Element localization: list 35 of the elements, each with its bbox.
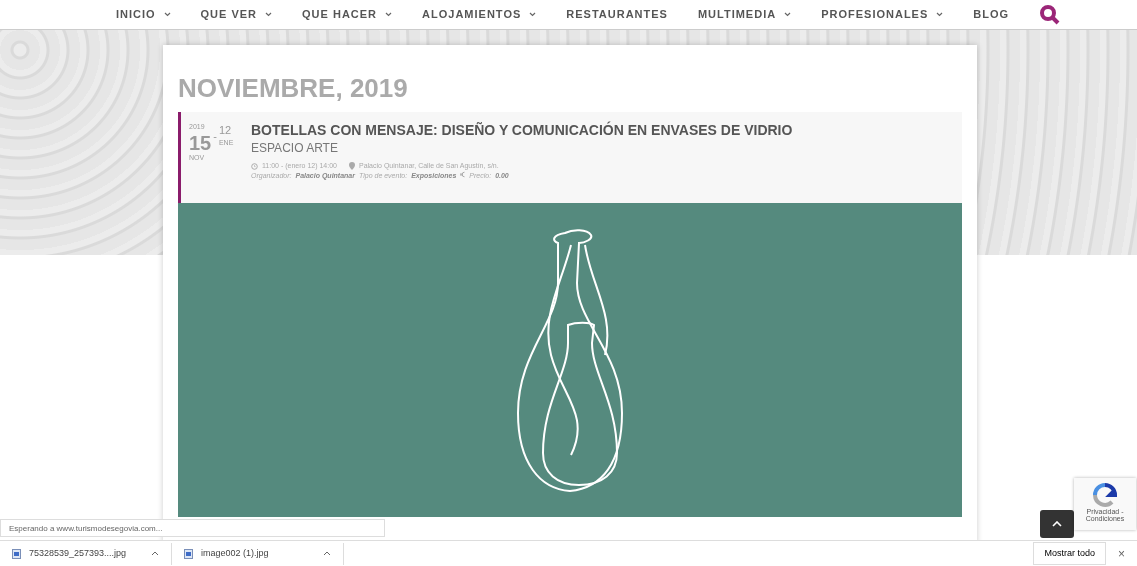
nav-link[interactable]: RESTAURANTES: [566, 6, 668, 23]
event-title[interactable]: BOTELLAS CON MENSAJE: DISEÑO Y COMUNICACIÓN EN ENVASES DE VIDRIO: [251, 122, 793, 139]
status-text: Esperando a www.turismodesegovia.com...: [0, 519, 385, 537]
nav-link[interactable]: QUE HACER: [302, 6, 393, 23]
nav-link[interactable]: QUE VER: [200, 6, 273, 23]
event-subtitle: ESPACIO ARTE: [251, 140, 339, 157]
chevron-down-icon: [385, 12, 393, 17]
chevron-down-icon: [265, 12, 273, 17]
close-button[interactable]: ×: [1112, 543, 1131, 564]
show-all-button[interactable]: Mostrar todo: [1033, 541, 1106, 566]
date-range-separator: -: [213, 129, 217, 145]
chevron-up-icon: [151, 551, 159, 556]
chevron-down-icon: [784, 12, 792, 17]
download-item[interactable]: image002 (1).jpg: [172, 542, 344, 565]
chevron-down-icon: [936, 12, 944, 17]
event-day: 15: [189, 132, 212, 153]
event-end-day: 12: [218, 122, 234, 139]
clock-icon: [251, 162, 258, 170]
file-icon: [12, 548, 21, 559]
chevron-down-icon: [163, 12, 171, 17]
chevron-down-icon: [529, 12, 537, 17]
nav-link[interactable]: INICIO: [115, 6, 171, 23]
month-heading: NOVIEMBRE, 2019: [178, 73, 409, 105]
chevron-up-icon: [1052, 521, 1062, 527]
scroll-top-button[interactable]: [1040, 510, 1074, 538]
location-pin-icon: [349, 162, 355, 171]
nav-link[interactable]: BLOG: [973, 6, 1010, 23]
download-item[interactable]: 75328539_257393....jpg: [0, 542, 172, 565]
nav-link[interactable]: ALOJAMIENTOS: [422, 6, 537, 23]
nav-link[interactable]: PROFESIONALES: [821, 6, 944, 23]
file-icon: [184, 548, 193, 559]
chevron-up-icon: [323, 551, 331, 556]
nav-link[interactable]: MULTIMEDIA: [697, 6, 792, 23]
search-icon[interactable]: [1039, 3, 1062, 26]
recaptcha-icon: [1092, 482, 1118, 508]
